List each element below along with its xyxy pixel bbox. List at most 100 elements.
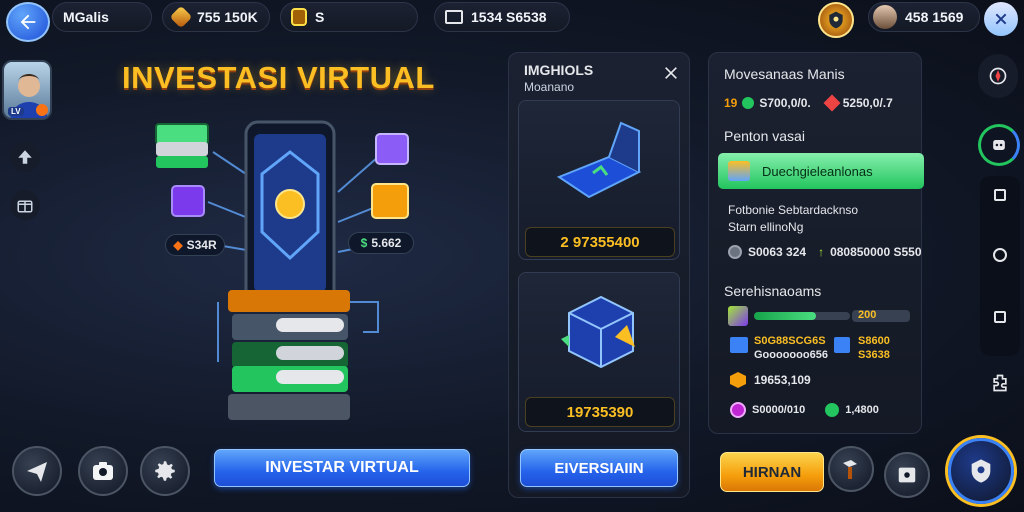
token-icon (291, 8, 307, 26)
page-title: INVESTASI VIRTUAL (122, 60, 435, 95)
wallet-icon (445, 10, 463, 24)
arrow-left-icon (20, 14, 36, 30)
stat1-value: S700,0/0. (759, 96, 811, 110)
token-value: S (315, 9, 325, 25)
hire-button[interactable]: HIRNAN (720, 452, 824, 492)
upgrade-button[interactable] (10, 142, 40, 172)
cube-icon (561, 295, 635, 369)
progress-fill (754, 312, 817, 320)
robot-icon (993, 140, 1005, 150)
launch-button[interactable] (12, 446, 62, 496)
middle-panel-subtitle: Moanano (524, 80, 575, 94)
player-name: MGalis (63, 9, 109, 25)
green-status-bar[interactable]: Duechgieleanlonas (718, 153, 924, 189)
square-icon (994, 311, 1006, 323)
profile-avatar (873, 5, 897, 29)
square-icon (994, 189, 1006, 201)
gold-icon (169, 5, 193, 29)
map-icon (898, 467, 916, 483)
row-b-right2: S3638 (858, 349, 890, 361)
asset-card-2-value: 19735390 (525, 397, 675, 427)
camera-button[interactable] (78, 446, 128, 496)
row-b-left2: Gooooooo656 (754, 349, 828, 361)
info-row-d: S0000/010 1,4800 (730, 402, 879, 418)
info-line-1: Fotbonie Sebtardacknso (728, 203, 859, 217)
inventory-button[interactable] (10, 190, 40, 220)
info-line-2: Starn ellinoNg (728, 220, 804, 234)
invest-virtual-button[interactable]: INVESTAR VIRTUAL (214, 449, 470, 487)
close-icon (995, 13, 1007, 25)
coin-icon (742, 97, 755, 109)
player-avatar[interactable]: LV (2, 60, 52, 120)
green-bar-label: Duechgieleanlonas (762, 163, 873, 179)
profile-pill[interactable]: 458 1569 (868, 2, 980, 32)
row-a-left: S0063 324 (748, 245, 807, 259)
investment-illustration (155, 120, 409, 420)
nav-recents-button[interactable] (985, 180, 1015, 210)
coin-icon (728, 245, 742, 259)
share-button[interactable] (985, 368, 1015, 398)
shield-icon (829, 11, 843, 29)
row-d-right: 1,4800 (845, 404, 879, 416)
up-arrow-icon: ↑ (818, 245, 825, 259)
arrow-up-icon (18, 150, 32, 164)
rank-badge[interactable] (818, 2, 854, 38)
asset-card-2[interactable]: 19735390 (518, 272, 680, 432)
box-icon (17, 200, 33, 213)
asset-card-1-value: 2 97355400 (525, 227, 675, 257)
chart-icon (730, 337, 748, 353)
puzzle-icon (993, 374, 1007, 392)
progress-value: 200 (858, 309, 877, 321)
box-icon (728, 161, 750, 181)
level-badge: LV (8, 107, 24, 116)
stat2-value: 5250,0/.7 (842, 96, 893, 110)
close-app-button[interactable] (984, 2, 1018, 36)
token-currency[interactable]: S (280, 2, 418, 32)
convert-button[interactable]: EIVERSIAIIN (520, 449, 678, 487)
panel-close-button[interactable] (656, 58, 686, 88)
right-tag: $5.662 (348, 232, 414, 254)
circle-icon (993, 248, 1007, 262)
mission-button[interactable] (978, 124, 1020, 166)
asset-card-1[interactable]: 2 97355400 (518, 100, 680, 260)
back-button[interactable] (6, 2, 50, 42)
bar-icon (834, 337, 850, 353)
coin-icon (825, 403, 840, 417)
section-title-2: Serehisnaoams (724, 283, 822, 299)
row-c: 19653,109 (754, 373, 811, 387)
hammer-icon (843, 460, 857, 479)
profile-value: 458 1569 (905, 9, 964, 25)
gold-currency[interactable]: 755 150K (162, 2, 270, 32)
stat1-label: 19 (724, 96, 738, 110)
close-icon (665, 67, 677, 79)
main-action-button[interactable] (948, 438, 1014, 504)
row-a-right: 080850000 S550 (830, 245, 922, 259)
right-tag-value: 5.662 (371, 236, 402, 250)
cash-currency[interactable]: 1534 S6538 (434, 2, 570, 32)
map-button[interactable] (884, 452, 930, 498)
gem-icon (823, 94, 841, 112)
device-icon (556, 121, 642, 199)
nav-home-button[interactable] (985, 240, 1015, 270)
shield-icon (971, 459, 991, 483)
stat-row: 19 S700,0/0. 5250,0/.7 (724, 94, 893, 112)
compass-icon (989, 67, 1007, 85)
cube-icon (728, 306, 748, 326)
build-button[interactable] (828, 446, 874, 492)
row-b-right1: S8600 (858, 335, 890, 347)
left-tag-value: S34R (186, 238, 217, 252)
row-d-left: S0000/010 (752, 404, 806, 416)
player-name-pill[interactable]: MGalis (52, 2, 152, 32)
hex-coin-icon (730, 372, 746, 388)
notification-dot (36, 104, 48, 116)
row-b-left1: S0G88SCG6S (754, 335, 826, 347)
middle-panel-title: IMGHIOLS (524, 62, 594, 78)
settings-button[interactable] (140, 446, 190, 496)
alert-button[interactable] (978, 54, 1018, 98)
gear-icon (155, 461, 175, 481)
orb-icon (730, 402, 746, 418)
section-title-1: Penton vasai (724, 128, 805, 144)
camera-icon (93, 462, 113, 480)
nav-back-button[interactable] (985, 302, 1015, 332)
cash-value: 1534 S6538 (471, 9, 547, 25)
